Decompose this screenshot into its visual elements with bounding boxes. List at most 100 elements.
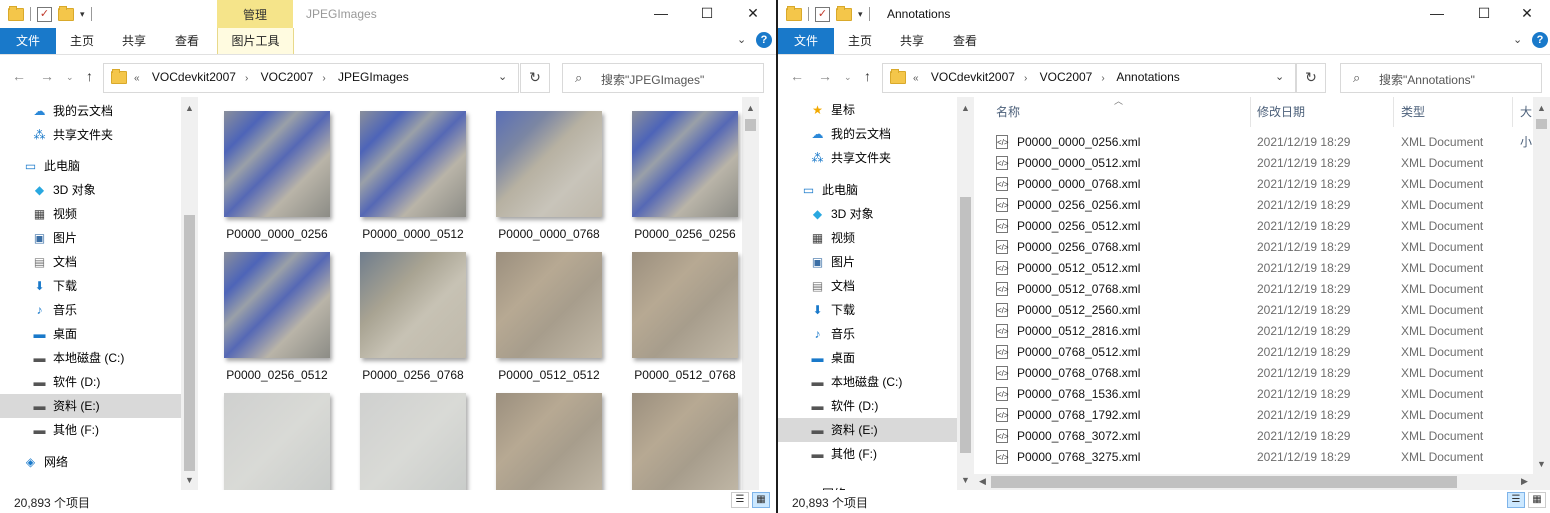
breadcrumb-item[interactable]: VOCdevkit2007 — [931, 70, 1015, 84]
chevron-right-icon[interactable]: › — [1024, 73, 1027, 84]
address-bar[interactable]: « VOCdevkit2007 › VOC2007 › Annotations ⌄ — [882, 63, 1296, 93]
nav-item[interactable]: ▬ 桌面 — [0, 322, 181, 346]
forward-icon[interactable]: → — [40, 68, 54, 84]
nav-item[interactable]: ♪ 音乐 — [778, 322, 957, 346]
nav-item[interactable]: ▬ 其他 (F:) — [0, 418, 181, 442]
breadcrumb-overflow-icon[interactable]: « — [913, 73, 919, 84]
file-row[interactable]: </> P0000_0256_0256.xml 2021/12/19 18:29 XM… — [990, 195, 1533, 216]
maximize-button[interactable]: ☐ — [684, 0, 730, 28]
file-row[interactable]: </> P0000_0768_0768.xml 2021/12/19 18:29 XM… — [990, 363, 1533, 384]
maximize-button[interactable]: ☐ — [1461, 0, 1507, 28]
nav-scrollbar[interactable]: ▲ ▼ — [957, 97, 974, 490]
back-icon[interactable]: ← — [790, 68, 804, 84]
column-header-date[interactable]: 修改日期 — [1257, 97, 1305, 127]
expand-ribbon-icon[interactable]: ⌄ — [1513, 33, 1522, 46]
new-folder-icon[interactable] — [58, 5, 74, 21]
scroll-right-icon[interactable]: ▶ — [1516, 476, 1533, 487]
nav-item[interactable]: ▣ 图片 — [0, 226, 181, 250]
file-row[interactable]: </> P0000_0000_0256.xml 2021/12/19 18:29 XM… — [990, 132, 1533, 153]
context-tab-manage[interactable]: 管理 — [217, 0, 293, 28]
file-row[interactable]: </> P0000_0768_1792.xml 2021/12/19 18:29 XM… — [990, 405, 1533, 426]
scrollbar-thumb[interactable] — [960, 197, 971, 453]
search-input[interactable]: ⌕ 搜索"JPEGImages" — [562, 63, 764, 93]
large-icons-view-icon[interactable]: ▦ — [752, 492, 770, 508]
new-folder-icon[interactable] — [836, 5, 852, 21]
nav-item[interactable]: ⬇ 下载 — [778, 298, 957, 322]
close-button[interactable]: ✕ — [730, 0, 776, 28]
recent-locations-icon[interactable]: ⌄ — [66, 72, 74, 83]
scrollbar-thumb[interactable] — [1536, 119, 1547, 129]
tab-picture-tools[interactable]: 图片工具 — [217, 28, 294, 54]
refresh-button[interactable]: ↻ — [1296, 63, 1326, 93]
file-row[interactable]: </> P0000_0000_0768.xml 2021/12/19 18:29 XM… — [990, 174, 1533, 195]
up-icon[interactable]: ↑ — [864, 68, 871, 84]
expand-ribbon-icon[interactable]: ⌄ — [737, 33, 746, 46]
minimize-button[interactable]: — — [1414, 0, 1460, 28]
nav-item[interactable]: ▬ 资料 (E:) — [778, 418, 957, 442]
scroll-up-icon[interactable]: ▲ — [742, 103, 759, 113]
minimize-button[interactable]: — — [638, 0, 684, 28]
column-header-type[interactable]: 类型 — [1401, 97, 1425, 127]
properties-icon[interactable]: ✓ — [37, 6, 52, 22]
nav-item[interactable]: ◆ 3D 对象 — [0, 178, 181, 202]
properties-icon[interactable]: ✓ — [815, 6, 830, 22]
folder-icon[interactable] — [8, 5, 24, 21]
address-dropdown-icon[interactable]: ⌄ — [498, 70, 507, 83]
column-divider[interactable] — [1250, 97, 1251, 127]
scroll-down-icon[interactable]: ▼ — [957, 475, 974, 485]
recent-locations-icon[interactable]: ⌄ — [844, 72, 852, 83]
file-row[interactable]: </> P0000_0256_0768.xml 2021/12/19 18:29 XM… — [990, 237, 1533, 258]
nav-item[interactable]: ▬ 资料 (E:) — [0, 394, 181, 418]
scroll-left-icon[interactable]: ◀ — [974, 476, 991, 487]
nav-item[interactable]: ★ 星标 — [778, 98, 957, 122]
nav-item[interactable]: ♪ 音乐 — [0, 298, 181, 322]
nav-item[interactable]: ◈ 网络 — [0, 450, 181, 474]
nav-item[interactable]: ▤ 文档 — [0, 250, 181, 274]
chevron-right-icon[interactable]: › — [1101, 73, 1104, 84]
nav-item[interactable]: ⬇ 下载 — [0, 274, 181, 298]
content-scrollbar[interactable]: ▲ — [742, 97, 759, 490]
up-icon[interactable]: ↑ — [86, 68, 93, 84]
refresh-button[interactable]: ↻ — [520, 63, 550, 93]
file-row[interactable]: </> P0000_0256_0512.xml 2021/12/19 18:29 XM… — [990, 216, 1533, 237]
customize-toolbar-icon[interactable]: ▾ — [80, 9, 85, 20]
nav-item[interactable]: ▬ 本地磁盘 (C:) — [0, 346, 181, 370]
scrollbar-thumb[interactable] — [745, 119, 756, 131]
nav-item[interactable]: ▤ 文档 — [778, 274, 957, 298]
back-icon[interactable]: ← — [12, 68, 26, 84]
horizontal-scrollbar[interactable]: ◀ ▶ — [974, 474, 1550, 490]
breadcrumb-overflow-icon[interactable]: « — [134, 73, 140, 84]
search-input[interactable]: ⌕ 搜索"Annotations" — [1340, 63, 1542, 93]
nav-item[interactable]: ⁂ 共享文件夹 — [0, 123, 181, 147]
help-icon[interactable]: ? — [756, 32, 772, 48]
nav-item[interactable]: ⁂ 共享文件夹 — [778, 146, 957, 170]
tab-view[interactable]: 查看 — [941, 28, 989, 54]
nav-item[interactable]: ▬ 其他 (F:) — [778, 442, 957, 466]
file-row[interactable]: </> P0000_0000_0512.xml 2021/12/19 18:29 XM… — [990, 153, 1533, 174]
content-scrollbar[interactable]: ▲ ▼ — [1533, 97, 1550, 474]
details-view-icon[interactable]: ☰ — [1507, 492, 1525, 508]
tab-view[interactable]: 查看 — [163, 28, 211, 54]
file-row[interactable]: </> P0000_0768_0512.xml 2021/12/19 18:29 XM… — [990, 342, 1533, 363]
column-header-size[interactable]: 大小 — [1520, 97, 1533, 149]
breadcrumb-item[interactable]: VOCdevkit2007 — [152, 70, 236, 84]
chevron-right-icon[interactable]: › — [245, 73, 248, 84]
tab-home[interactable]: 主页 — [58, 28, 106, 54]
details-view-icon[interactable]: ☰ — [731, 492, 749, 508]
file-row[interactable]: </> P0000_0512_0512.xml 2021/12/19 18:29 XM… — [990, 258, 1533, 279]
nav-item[interactable]: ▬ 桌面 — [778, 346, 957, 370]
file-row[interactable]: </> P0000_0768_3275.xml 2021/12/19 18:29 XM… — [990, 447, 1533, 468]
nav-item[interactable]: ☁ 我的云文档 — [0, 99, 181, 123]
breadcrumb-item[interactable]: VOC2007 — [1040, 70, 1093, 84]
tab-file[interactable]: 文件 — [0, 28, 56, 54]
tab-home[interactable]: 主页 — [836, 28, 884, 54]
file-row[interactable]: </> P0000_0512_0768.xml 2021/12/19 18:29 XM… — [990, 279, 1533, 300]
nav-item[interactable]: ▦ 视频 — [0, 202, 181, 226]
forward-icon[interactable]: → — [818, 68, 832, 84]
nav-item[interactable]: ▬ 软件 (D:) — [0, 370, 181, 394]
folder-icon[interactable] — [786, 5, 802, 21]
nav-item[interactable]: ◆ 3D 对象 — [778, 202, 957, 226]
scroll-down-icon[interactable]: ▼ — [181, 475, 198, 485]
nav-item[interactable]: ▬ 软件 (D:) — [778, 394, 957, 418]
file-row[interactable]: </> P0000_0768_3072.xml 2021/12/19 18:29 XM… — [990, 426, 1533, 447]
